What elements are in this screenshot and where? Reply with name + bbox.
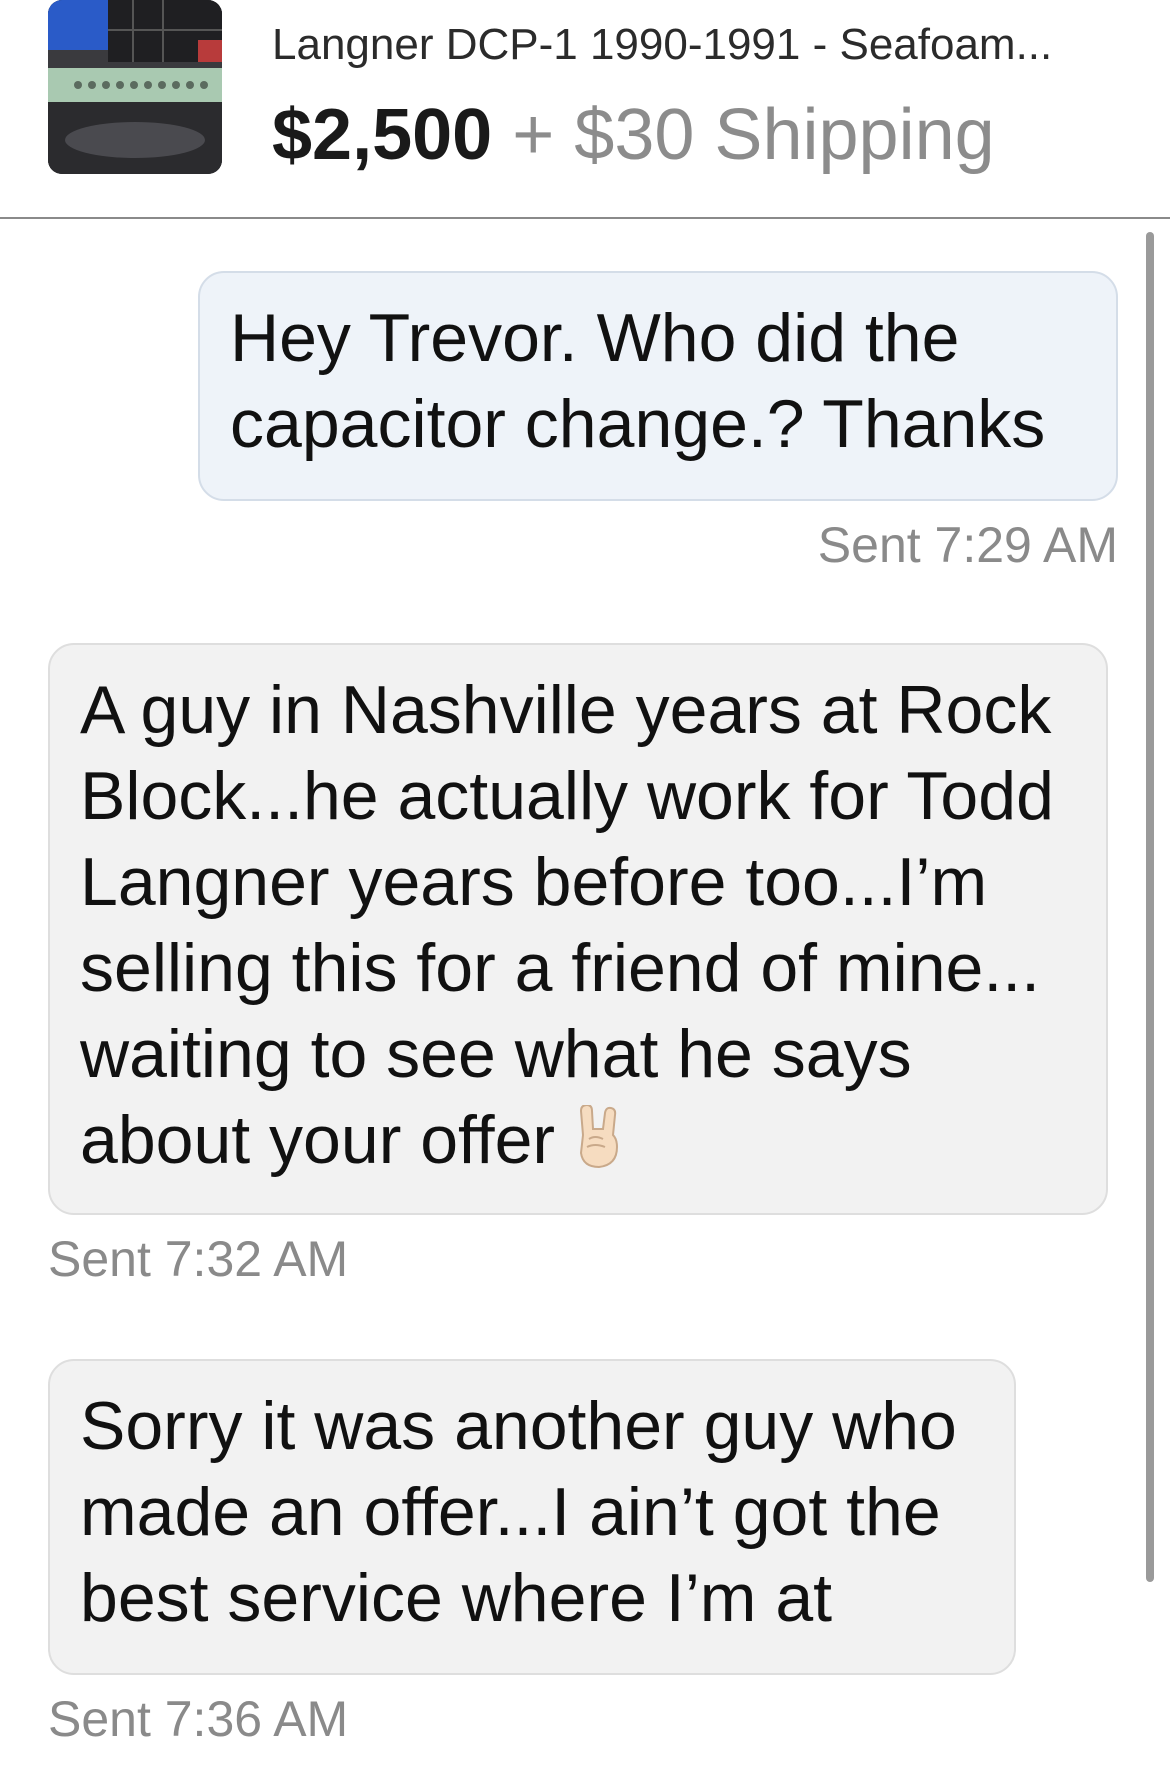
- sent-timestamp: Sent 7:32 AM: [48, 1231, 349, 1287]
- message-line: A guy in Nashville years at Rock: [80, 672, 1052, 748]
- listing-header[interactable]: Langner DCP-1 1990-1991 - Seafoam... $2,…: [0, 0, 1170, 219]
- message-line: about your offer: [80, 1102, 556, 1178]
- listing-thumbnail[interactable]: [48, 0, 222, 174]
- message-line: waiting to see what he says: [80, 1016, 912, 1092]
- sent-timestamp: Sent 7:29 AM: [817, 517, 1118, 573]
- message-thread-screen: Langner DCP-1 1990-1991 - Seafoam... $2,…: [0, 0, 1170, 1765]
- message-line: capacitor change.? Thanks: [230, 386, 1046, 462]
- listing-price: $2,500: [272, 95, 493, 175]
- price-row: $2,500 + $30 Shipping: [272, 92, 995, 178]
- message-line: Block...he actually work for Todd: [80, 758, 1054, 834]
- message-line-with-emoji: about your offer: [80, 1097, 1076, 1189]
- message-bubble-incoming[interactable]: Sorry it was another guy who made an off…: [48, 1359, 1016, 1675]
- shipping-cost: + $30 Shipping: [512, 95, 995, 175]
- message-line: best service where I’m at: [80, 1560, 833, 1636]
- listing-title[interactable]: Langner DCP-1 1990-1991 - Seafoam...: [272, 18, 1132, 72]
- message-line: Langner years before too...I’m: [80, 844, 988, 920]
- message-line: made an offer...I ain’t got the: [80, 1474, 941, 1550]
- message-line: selling this for a friend of mine...: [80, 930, 1041, 1006]
- sent-timestamp: Sent 7:36 AM: [48, 1691, 349, 1747]
- rock-on-hand-icon: [573, 1103, 625, 1189]
- conversation[interactable]: Hey Trevor. Who did the capacitor change…: [0, 219, 1170, 1765]
- message-line: Hey Trevor. Who did the: [230, 300, 960, 376]
- message-bubble-outgoing[interactable]: Hey Trevor. Who did the capacitor change…: [198, 271, 1118, 501]
- message-bubble-incoming[interactable]: A guy in Nashville years at Rock Block..…: [48, 643, 1108, 1215]
- scrollbar[interactable]: [1146, 232, 1154, 1582]
- message-line: Sorry it was another guy who: [80, 1388, 957, 1464]
